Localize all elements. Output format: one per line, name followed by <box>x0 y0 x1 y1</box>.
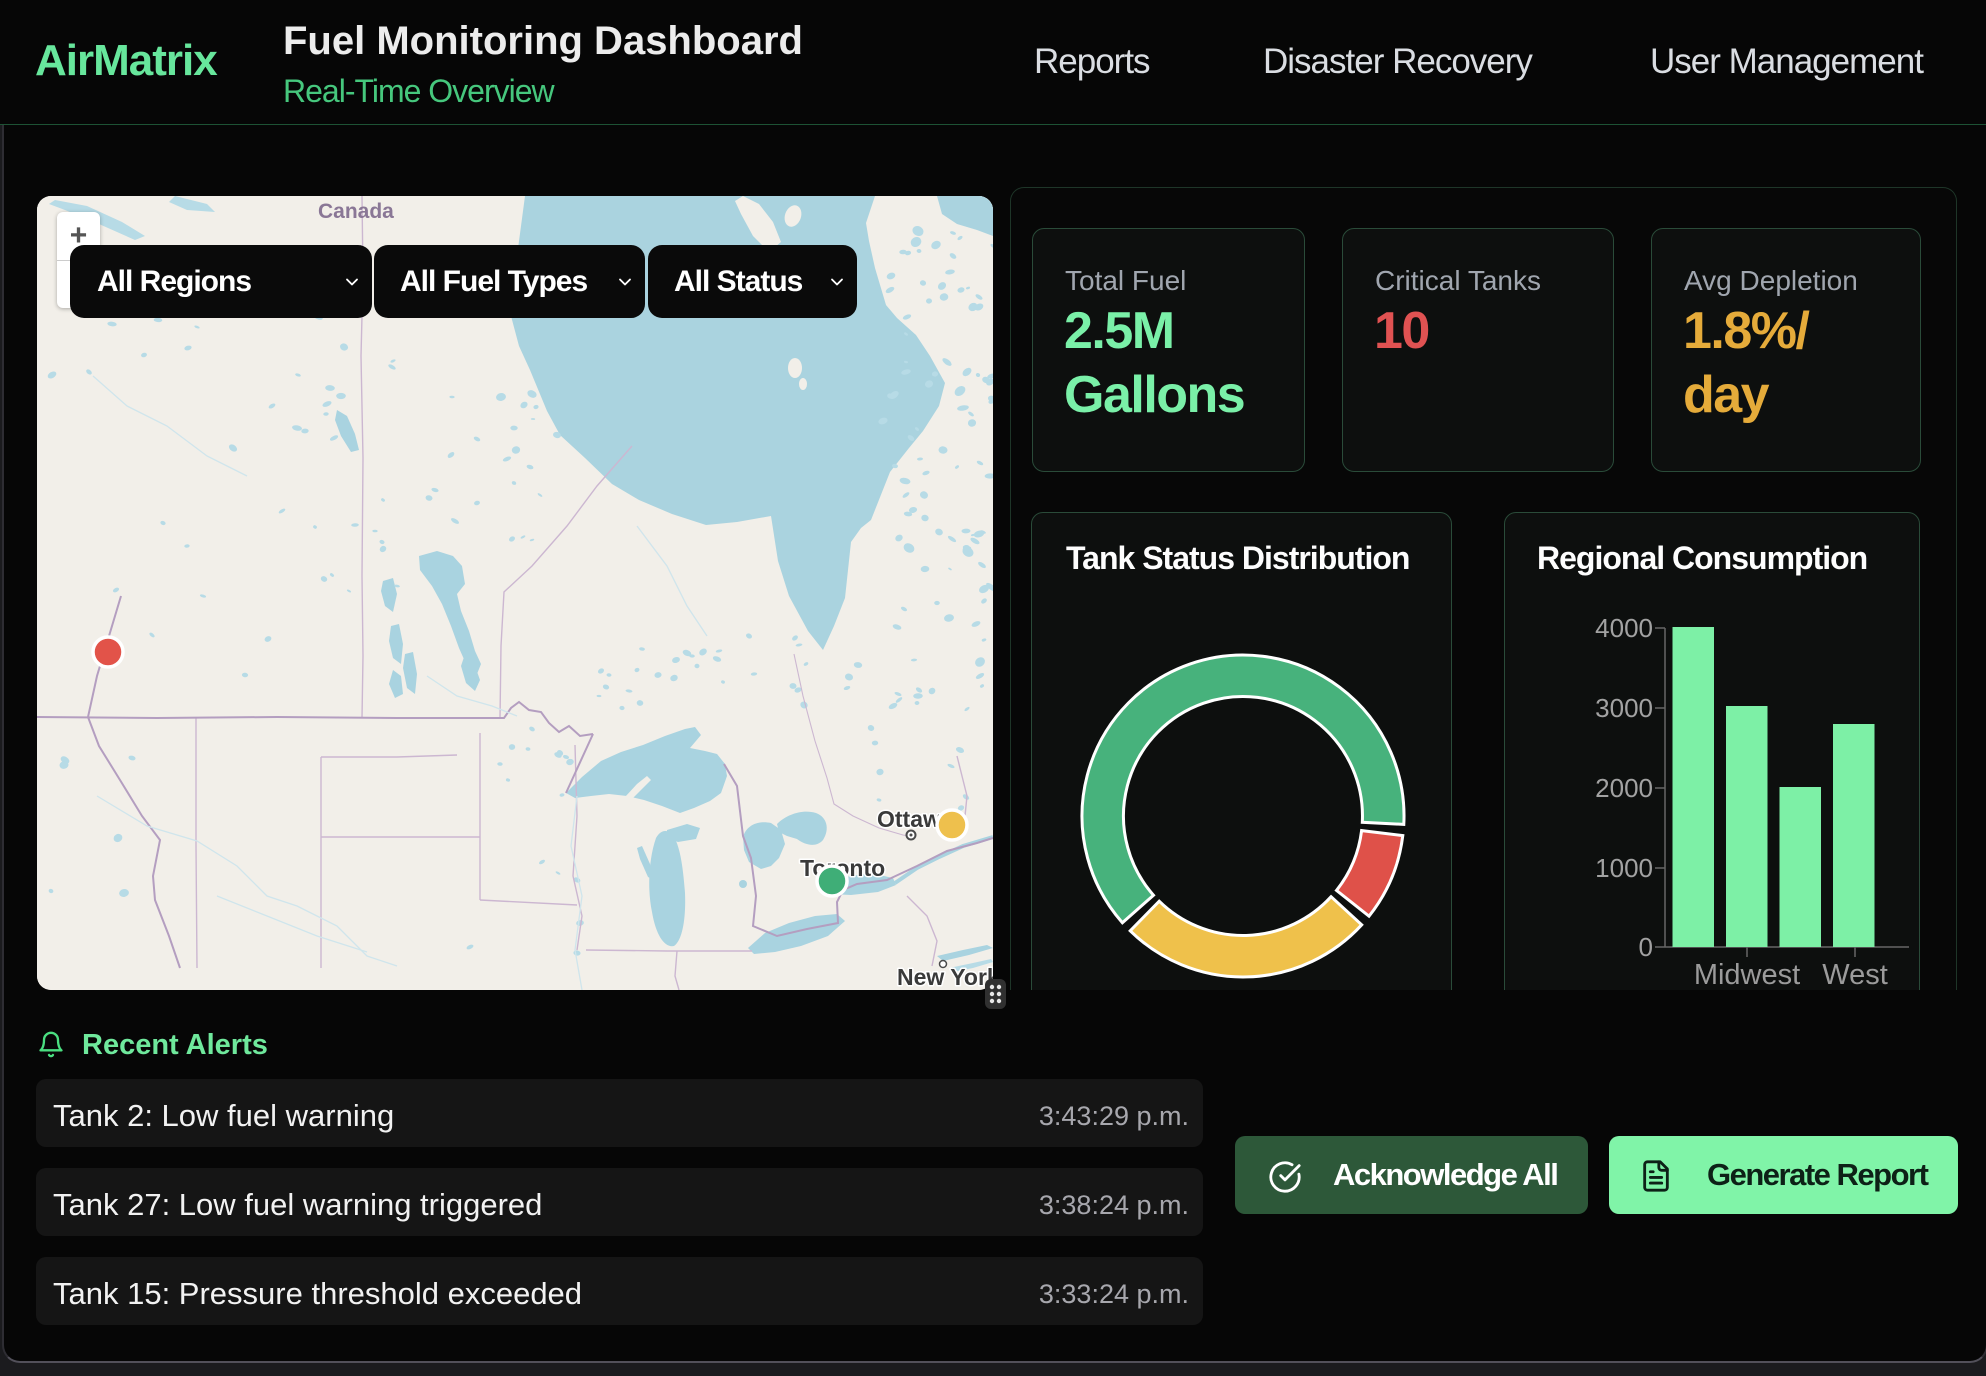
svg-text:New York: New York <box>897 964 993 990</box>
svg-text:West: West <box>1822 959 1888 990</box>
svg-text:0: 0 <box>1639 932 1653 962</box>
svg-text:2000: 2000 <box>1595 773 1653 803</box>
svg-text:Midwest: Midwest <box>1694 959 1800 990</box>
svg-text:1000: 1000 <box>1595 853 1653 883</box>
svg-text:4000: 4000 <box>1595 613 1653 643</box>
svg-text:3000: 3000 <box>1595 693 1653 723</box>
svg-text:Canada: Canada <box>318 200 394 223</box>
